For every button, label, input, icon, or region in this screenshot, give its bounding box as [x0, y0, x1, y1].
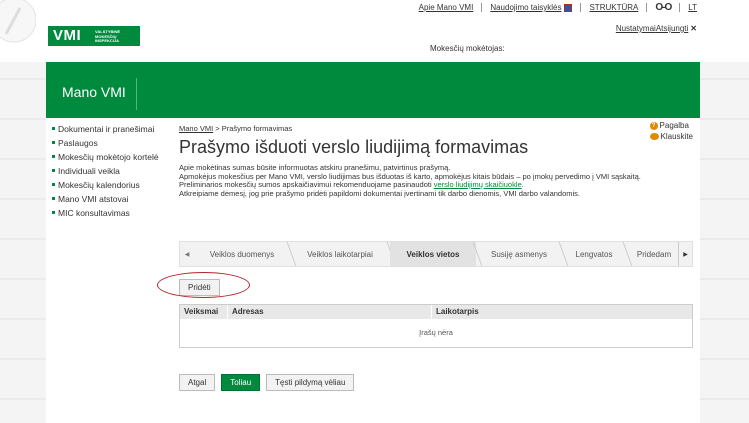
breadcrumb-home-link[interactable]: Mano VMI — [179, 124, 213, 133]
description-line-4: Atkreipiame dėmesį, jog prie prašymo pri… — [179, 188, 581, 198]
about-link[interactable]: Apie Mano VMI — [419, 3, 474, 12]
glasses-icon[interactable]: O-O — [655, 2, 672, 13]
wizard-step-activity-data[interactable]: Veiklos duomenys — [194, 242, 290, 266]
main-content: Mano VMI > Prašymo formavimas Prašymo iš… — [157, 121, 693, 391]
wizard-step-attachments[interactable]: Pridedam — [626, 242, 682, 266]
wizard-step-activity-places[interactable]: Veiklos vietos — [390, 242, 476, 266]
page-title: Prašymo išduoti verslo liudijimą formavi… — [179, 137, 529, 157]
top-links-secondary: Nustatymai Atsijungti ✕ — [616, 24, 697, 33]
highlight-oval — [157, 272, 250, 298]
wizard-step-benefits[interactable]: Lengvatos — [562, 242, 626, 266]
wizard-next-icon[interactable]: ▶ — [678, 242, 692, 266]
wizard-steps: ◀ Veiklos duomenys Veiklos laikotarpiai … — [179, 241, 693, 267]
speech-bubble-icon — [649, 133, 659, 140]
breadcrumb: Mano VMI > Prašymo formavimas — [179, 124, 693, 133]
sidebar-item-taxpayer-card[interactable]: Mokesčių mokėtojo kortelė — [52, 152, 164, 162]
column-address: Adresas — [228, 305, 432, 319]
sidebar-item-services[interactable]: Paslaugos — [52, 138, 164, 148]
table-empty-message: Įrašų nėra — [180, 319, 692, 347]
wizard-step-related-persons[interactable]: Susiję asmenys — [476, 242, 562, 266]
sidebar-item-tax-calendar[interactable]: Mokesčių kalendorius — [52, 180, 164, 190]
pdf-icon[interactable] — [564, 3, 573, 12]
wizard-prev-icon[interactable]: ◀ — [180, 242, 194, 266]
help-links: ? Pagalba Klauskite — [649, 120, 693, 142]
settings-link[interactable]: Nustatymai — [616, 24, 656, 33]
language-link[interactable]: LT — [688, 3, 697, 12]
help-link[interactable]: ? Pagalba — [649, 120, 693, 131]
form-actions: Atgal Toliau Tęsti pildymą vėliau — [179, 374, 355, 391]
sidebar-item-consulting[interactable]: MIC konsultavimas — [52, 208, 164, 218]
logout-link[interactable]: Atsijungti — [656, 24, 688, 33]
sidebar-item-documents[interactable]: Dokumentai ir pranešimai — [52, 124, 164, 134]
rules-link[interactable]: Naudojimo taisyklės — [490, 3, 561, 12]
close-icon[interactable]: ✕ — [690, 24, 697, 33]
calculator-link[interactable]: verslo liudijimų skaičiuokle — [434, 180, 522, 189]
sidebar-item-individual-activity[interactable]: Individuali veikla — [52, 166, 164, 176]
next-button[interactable]: Toliau — [221, 374, 261, 391]
sidebar: Dokumentai ir pranešimai Paslaugos Mokes… — [52, 124, 164, 222]
banner-title[interactable]: Mano VMI — [62, 84, 126, 100]
column-actions: Veiksmai — [180, 305, 228, 319]
question-icon: ? — [649, 121, 658, 130]
breadcrumb-current: > Prašymo formavimas — [215, 124, 293, 133]
table-header: Veiksmai Adresas Laikotarpis — [180, 305, 692, 319]
sidebar-item-representatives[interactable]: Mano VMI atstovai — [52, 194, 164, 204]
logo-text: VMI — [53, 27, 82, 44]
top-links: Apie Mano VMI Naudojimo taisyklės STRUKT… — [419, 2, 697, 13]
add-area: Pridėti — [157, 272, 250, 298]
structure-link[interactable]: STRUKTŪRA — [589, 3, 638, 12]
decorative-circle-icon — [0, 0, 36, 43]
column-period: Laikotarpis — [436, 307, 479, 316]
vmi-logo[interactable]: VMI VALSTYBINĖ MOKESČIŲ INSPEKCIJA — [48, 26, 140, 46]
places-table: Veiksmai Adresas Laikotarpis Įrašų nėra — [179, 304, 693, 348]
wizard-step-activity-periods[interactable]: Veiklos laikotarpiai — [290, 242, 390, 266]
description: Apie mokėtinas sumas būsite informuotas … — [179, 163, 693, 198]
continue-later-button[interactable]: Tęsti pildymą vėliau — [266, 374, 355, 391]
ask-link[interactable]: Klauskite — [649, 131, 693, 142]
taxpayer-label: Mokesčių mokėtojas: — [430, 44, 505, 53]
back-button[interactable]: Atgal — [179, 374, 216, 391]
top-header: VMI VALSTYBINĖ MOKESČIŲ INSPEKCIJA Apie … — [0, 0, 749, 62]
banner: Mano VMI — [46, 62, 700, 118]
logo-subtext: VALSTYBINĖ MOKESČIŲ INSPEKCIJA — [95, 29, 121, 43]
